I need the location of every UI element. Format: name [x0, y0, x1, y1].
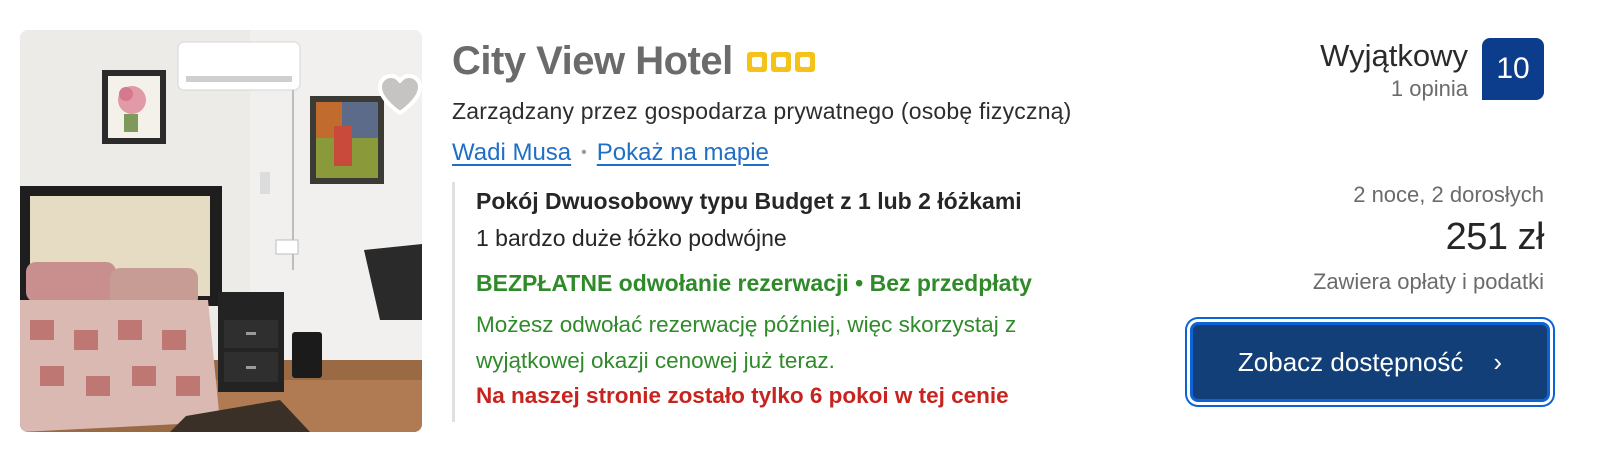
free-cancellation-label: BEZPŁATNE odwołanie rezerwacji • Bez prz…: [476, 270, 1032, 296]
room-details: Pokój Dwuosobowy typu Budget z 1 lub 2 ł…: [452, 182, 1192, 422]
review-score-badge: 10: [1482, 38, 1544, 100]
price-block: 2 noce, 2 dorosłych 251 zł Zawiera opłat…: [1312, 182, 1545, 295]
show-on-map-link[interactable]: Pokaż na mapie: [597, 139, 769, 167]
scarcity-message: Na naszej stronie zostało tylko 6 pokoi …: [476, 383, 1009, 408]
location-links: Wadi Musa • Pokaż na mapie: [452, 139, 1192, 167]
location-link[interactable]: Wadi Musa: [452, 139, 571, 167]
price-value: 251 zł: [1445, 216, 1545, 258]
stay-details: 2 noce, 2 dorosłych: [1353, 182, 1544, 207]
separator-dot: •: [581, 144, 587, 161]
cancellation-note: Możesz odwołać rezerwację później, więc …: [476, 312, 1017, 373]
host-type-label: Zarządzany przez gospodarza prywatnego (…: [452, 98, 1072, 124]
bed-type: 1 bardzo duże łóżko podwójne: [476, 225, 787, 251]
star-icon: [770, 52, 791, 72]
star-rating: [746, 52, 815, 72]
star-icon: [746, 52, 767, 72]
title-row: City View Hotel: [452, 36, 1192, 86]
hotel-photo[interactable]: [20, 30, 422, 432]
see-availability-button[interactable]: Zobacz dostępność ›: [1190, 322, 1550, 402]
room-image: [20, 30, 422, 432]
favorite-button[interactable]: [373, 68, 422, 122]
chevron-right-icon: ›: [1493, 346, 1503, 377]
property-info: City View Hotel Zarządzany przez gospoda…: [452, 36, 1192, 422]
review-score-text: Wyjątkowy 1 opinia: [1320, 38, 1468, 102]
hotel-name-link[interactable]: City View Hotel: [452, 39, 733, 84]
review-score-word: Wyjątkowy: [1320, 38, 1468, 73]
star-icon: [794, 52, 815, 72]
review-score[interactable]: Wyjątkowy 1 opinia 10: [1320, 38, 1544, 102]
see-availability-label: Zobacz dostępność: [1237, 346, 1464, 377]
property-card: City View Hotel Zarządzany przez gospoda…: [0, 0, 1604, 454]
review-count: 1 opinia: [1390, 76, 1468, 101]
heart-icon: [378, 74, 422, 115]
taxes-note: Zawiera opłaty i podatki: [1312, 269, 1544, 294]
room-name: Pokój Dwuosobowy typu Budget z 1 lub 2 ł…: [476, 188, 1022, 214]
